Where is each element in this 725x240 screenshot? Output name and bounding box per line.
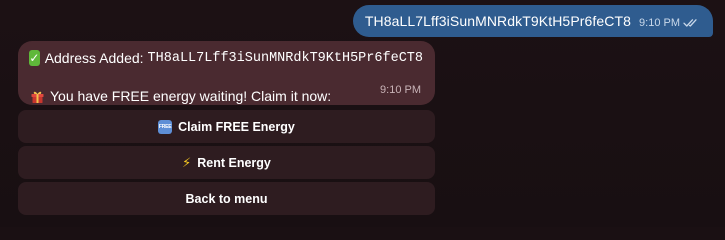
gift-icon: [29, 88, 45, 104]
outgoing-message-time: 9:10 PM: [639, 16, 680, 29]
free-energy-line: You have FREE energy waiting! Claim it n…: [29, 86, 423, 106]
wallet-address[interactable]: TH8aLL7Lff3iSunMNRdkT9KtH5Pr6feCT8: [148, 51, 423, 66]
incoming-message-bubble[interactable]: ✓ Address Added: TH8aLL7Lff3iSunMNRdkT9K…: [18, 41, 435, 105]
back-to-menu-label: Back to menu: [185, 191, 268, 206]
address-added-label: Address Added:: [44, 50, 144, 66]
outgoing-message-bubble[interactable]: TH8aLL7Lff3iSunMNRdkT9KtH5Pr6feCT8 9:10 …: [352, 5, 713, 37]
rent-energy-button[interactable]: ⚡ Rent Energy: [18, 146, 435, 179]
claim-free-energy-label: Claim FREE Energy: [178, 119, 295, 134]
lightning-icon: ⚡: [182, 154, 192, 170]
rent-energy-label: Rent Energy: [197, 155, 271, 170]
claim-free-energy-button[interactable]: FREE Claim FREE Energy: [18, 110, 435, 143]
incoming-message-time: 9:10 PM: [380, 84, 421, 96]
outgoing-message-meta: 9:10 PM: [639, 17, 699, 29]
free-icon: FREE: [158, 119, 173, 134]
free-energy-text: You have FREE energy waiting! Claim it n…: [50, 88, 332, 104]
outgoing-message-text: TH8aLL7Lff3iSunMNRdkT9KtH5Pr6feCT8: [364, 13, 632, 29]
address-added-line: ✓ Address Added: TH8aLL7Lff3iSunMNRdkT9K…: [29, 48, 423, 68]
double-check-icon: [683, 18, 699, 28]
back-to-menu-button[interactable]: Back to menu: [18, 182, 435, 215]
check-mark-icon: ✓: [29, 50, 40, 66]
